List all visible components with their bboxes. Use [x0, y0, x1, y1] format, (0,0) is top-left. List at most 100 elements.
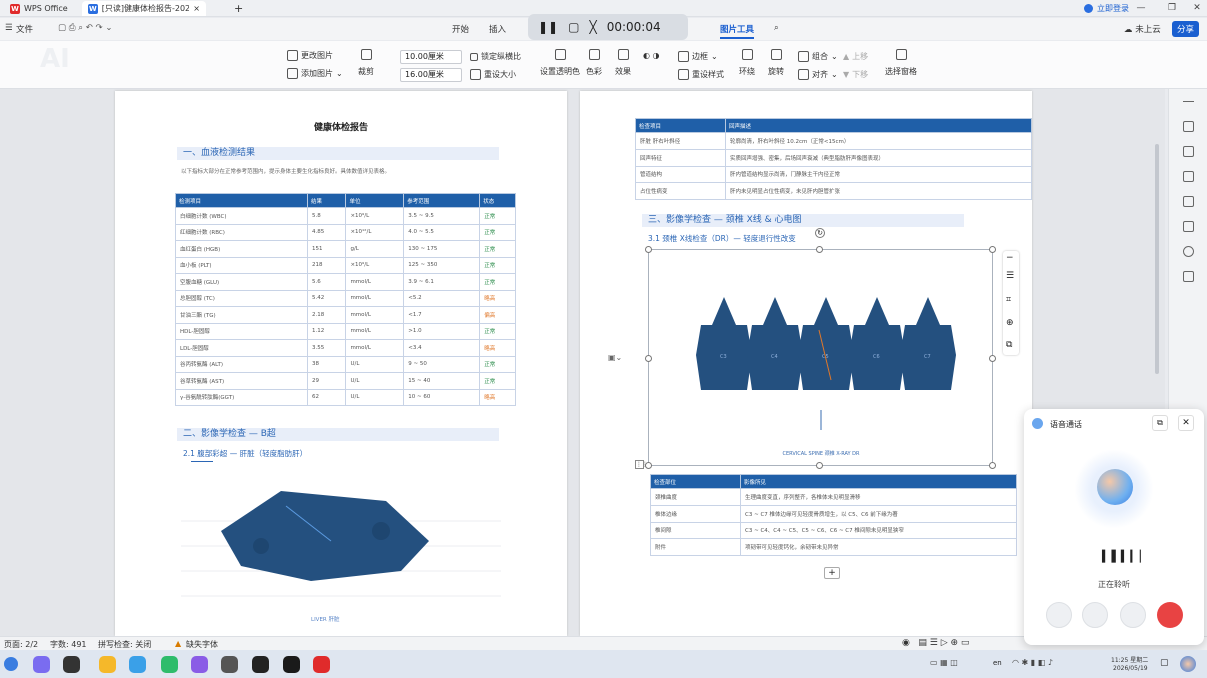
edit-icon[interactable] — [1183, 121, 1194, 132]
app-icon-tasks[interactable] — [63, 656, 80, 673]
app-icon-launcher[interactable] — [33, 656, 50, 673]
table-cell: 5.42 — [307, 289, 347, 307]
history-icon[interactable] — [1183, 246, 1194, 257]
missing-font[interactable]: 缺失字体 — [186, 639, 218, 650]
tab-wps-home[interactable]: W WPS Office — [4, 1, 74, 16]
window-share-button[interactable] — [1082, 602, 1108, 628]
change-picture-button[interactable]: 更改图片 — [287, 50, 333, 61]
collapse-icon[interactable]: − — [1006, 253, 1014, 263]
zoom-icon[interactable]: ⊕ — [1006, 318, 1014, 328]
stop-icon[interactable]: ▢ — [568, 20, 579, 34]
notification-icon[interactable]: ▢ — [1160, 658, 1169, 668]
start-menu-icon[interactable] — [4, 657, 18, 671]
language-indicator[interactable]: en — [993, 659, 1002, 667]
menu-start[interactable]: 开始 — [452, 23, 469, 35]
add-picture-button[interactable]: 添加图片 ⌄ — [287, 68, 343, 79]
menu-file[interactable]: 文件 — [16, 23, 33, 35]
app-icon-wps[interactable] — [313, 656, 330, 673]
maximize-button[interactable]: ❐ — [1165, 2, 1179, 14]
resize-handle[interactable] — [645, 246, 652, 253]
share-button[interactable]: 分享 — [1172, 21, 1200, 37]
add-row-button[interactable]: + — [824, 567, 840, 579]
table-cell: mmol/L — [345, 289, 405, 307]
folder-icon[interactable] — [1183, 146, 1194, 157]
move-up-button[interactable]: ▲ 上移 — [843, 51, 868, 62]
menu-picture-tools[interactable]: 图片工具 — [720, 23, 755, 39]
xray-image-selected[interactable]: C3C4C5C6C7 CERVICAL SPINE 颈椎 X-RAY DR — [648, 249, 993, 466]
app-icon-settings[interactable] — [221, 656, 238, 673]
app-icon-media[interactable] — [191, 656, 208, 673]
tab-document[interactable]: W [只读]健康体检报告-2026年... × — [82, 1, 206, 16]
resize-handle[interactable] — [989, 355, 996, 362]
color-button[interactable]: 色彩 — [586, 49, 602, 77]
color-icon — [588, 49, 600, 60]
more-icon[interactable]: ⧉ — [1006, 340, 1012, 350]
app-icon-files[interactable] — [99, 656, 116, 673]
set-transparent-button[interactable]: 设置透明色 — [540, 49, 580, 77]
resize-handle[interactable] — [989, 462, 996, 469]
resize-handle[interactable] — [989, 246, 996, 253]
effects-button[interactable]: 效果 — [615, 49, 631, 77]
border-button[interactable]: 边框 ⌄ — [678, 51, 718, 62]
word-count[interactable]: 字数: 491 — [50, 639, 87, 650]
close-window-button[interactable]: ✕ — [1190, 2, 1204, 14]
reset-style-button[interactable]: 重设样式 — [678, 69, 724, 80]
page-count[interactable]: 页面: 2/2 — [4, 639, 38, 650]
align-button[interactable]: 对齐 ⌄ — [798, 69, 838, 80]
lock-ratio-checkbox[interactable]: 锁定纵横比 — [470, 51, 521, 62]
resize-handle[interactable] — [816, 246, 823, 253]
voice-orb-icon — [1097, 469, 1133, 505]
settings-icon[interactable] — [1183, 221, 1194, 232]
table-row: 附件 项韧带可见轻度钙化，余韧带未见异常 — [650, 538, 1017, 557]
login-button[interactable]: 立即登录 — [1078, 1, 1135, 16]
assistant-icon[interactable] — [1180, 656, 1196, 672]
layout-icon[interactable]: ☰ — [1006, 271, 1014, 281]
width-input[interactable]: 10.00厘米 — [400, 50, 462, 64]
new-tab-button[interactable]: + — [228, 1, 249, 16]
hamburger-icon[interactable]: ☰ — [5, 23, 13, 33]
spell-check-status[interactable]: 拼写检查: 关闭 — [98, 639, 151, 650]
rotate-button[interactable]: 旋转 — [768, 49, 784, 77]
tray-icons[interactable]: ▭ ▦ ◫ — [930, 658, 958, 667]
cursor-icon[interactable] — [1183, 171, 1194, 182]
app-icon-browser[interactable] — [129, 656, 146, 673]
move-down-button[interactable]: ▼ 下移 — [843, 69, 868, 80]
search-icon[interactable]: ⌕ — [774, 23, 779, 33]
reset-size-button[interactable]: 重设大小 — [470, 69, 516, 80]
cloud-status[interactable]: ☁ 未上云 — [1124, 23, 1161, 35]
group-button[interactable]: 组合 ⌄ — [798, 51, 838, 62]
height-input[interactable]: 16.00厘米 — [400, 68, 462, 82]
resize-handle[interactable] — [816, 462, 823, 469]
pause-icon[interactable]: ❚❚ — [538, 20, 558, 34]
crop-tool-icon[interactable]: ⌗ — [1006, 295, 1011, 305]
menu-insert[interactable]: 插入 — [489, 23, 506, 35]
rotate-handle-icon[interactable]: ↻ — [815, 228, 825, 238]
wrap-button[interactable]: 环绕 — [739, 49, 755, 77]
app-icon-store[interactable] — [161, 656, 178, 673]
crop-button[interactable]: 裁剪 — [358, 49, 374, 77]
document-check-icon[interactable] — [1183, 271, 1194, 282]
vertical-scrollbar[interactable] — [1155, 144, 1159, 374]
table-cell: HDL-胆固醇 — [174, 322, 309, 340]
selection-pane-button[interactable]: 选择窗格 — [885, 49, 917, 77]
screen-share-button[interactable] — [1046, 602, 1072, 628]
quick-access-icons[interactable]: ▢ ⎙ ⌕ ↶ ↷ ⌄ — [58, 23, 112, 33]
resize-handle[interactable] — [645, 355, 652, 362]
taskbar-date: 2026/05/19 — [1113, 665, 1148, 672]
layout-options-icon[interactable]: ▣⌄ — [608, 353, 622, 362]
display-button[interactable] — [1120, 602, 1146, 628]
close-panel-icon[interactable]: ✕ — [1178, 415, 1194, 431]
tab-close-icon[interactable]: × — [193, 4, 200, 13]
annotate-icon[interactable]: ╳ — [589, 20, 596, 34]
minimize-button[interactable]: — — [1134, 2, 1148, 14]
app-icon-monitor[interactable] — [283, 656, 300, 673]
anchor-icon[interactable]: ⋮⋮ — [635, 460, 648, 469]
shape-icon[interactable] — [1183, 196, 1194, 207]
table-row: 椎间隙 C3 ~ C4、C4 ~ C5、C5 ~ C6、C6 ~ C7 椎间隙未见… — [650, 521, 1017, 540]
network-icons[interactable]: ◠ ✱ ▮ ◧ ♪ — [1012, 658, 1053, 667]
app-icon-terminal[interactable] — [252, 656, 269, 673]
brightness-icons[interactable]: ◐ ◑ — [643, 51, 660, 60]
minimize-panel-icon[interactable]: ⧉ — [1152, 415, 1168, 431]
end-call-button[interactable] — [1157, 602, 1183, 628]
view-mode-icons[interactable]: ◉ ▤ ☰ ▷ ⊕ ▭ — [902, 638, 969, 648]
